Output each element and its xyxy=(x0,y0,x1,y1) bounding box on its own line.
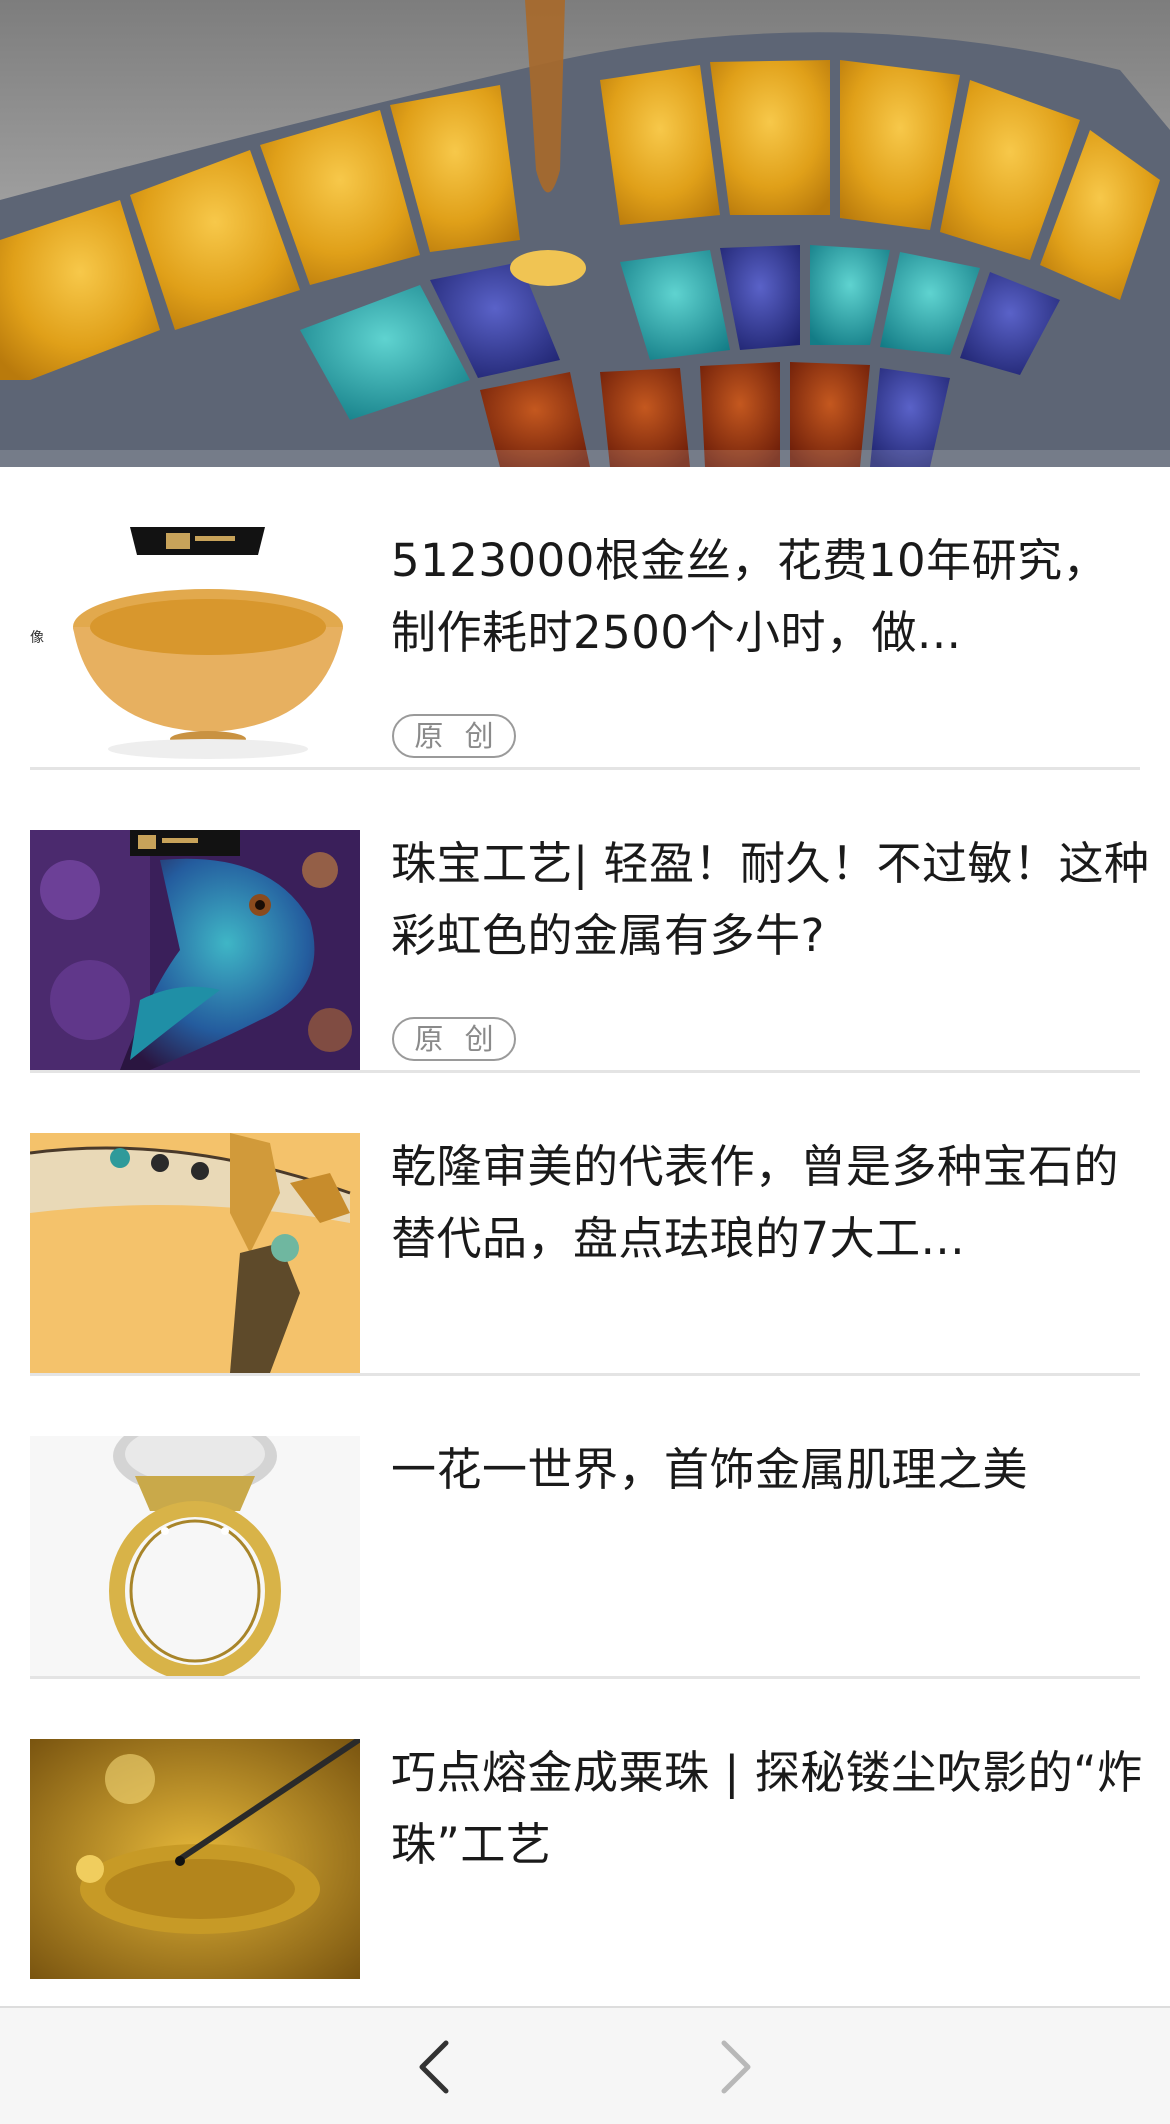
peacock-brooch-image xyxy=(30,830,360,1070)
chevron-right-icon xyxy=(721,2040,751,2094)
bottom-nav-bar xyxy=(0,2006,1170,2124)
gold-wire-bowl-image: 像 xyxy=(30,527,360,767)
dragonfly-enamel-image xyxy=(30,1133,360,1373)
article-item-1[interactable]: 像 5123000根金丝，花费10年研究，制作耗时2500个小时，做... 原 … xyxy=(30,467,1140,770)
article-item-4[interactable]: 一花一世界，首饰金属肌理之美 xyxy=(30,1376,1140,1679)
original-badge: 原 创 xyxy=(392,714,516,758)
ring-thumbnail[interactable] xyxy=(30,1436,360,1676)
forward-button[interactable] xyxy=(706,2034,766,2100)
article-title[interactable]: 巧点熔金成粟珠 | 探秘镂尘吹影的“炸珠”工艺 xyxy=(391,1737,1151,1881)
hero-banner[interactable] xyxy=(0,0,1170,467)
granulation-gold-image xyxy=(30,1739,360,1979)
article-item-5[interactable]: 巧点熔金成粟珠 | 探秘镂尘吹影的“炸珠”工艺 xyxy=(30,1679,1142,1982)
article-list: 像 5123000根金丝，花费10年研究，制作耗时2500个小时，做... 原 … xyxy=(30,467,1149,1982)
gold-bowl-thumbnail[interactable]: 像 xyxy=(30,527,360,767)
diamond-ball-ring-image xyxy=(30,1436,360,1676)
hero-enamel-image xyxy=(0,0,1170,467)
article-item-2[interactable]: 珠宝工艺| 轻盈！耐久！不过敏！这种彩虹色的金属有多牛? 原 创 xyxy=(30,770,1149,1073)
article-item-3[interactable]: 乾隆审美的代表作，曾是多种宝石的替代品，盘点珐琅的7大工... xyxy=(30,1073,1140,1376)
granulation-thumbnail[interactable] xyxy=(30,1739,360,1979)
chevron-left-icon xyxy=(419,2040,449,2094)
back-button[interactable] xyxy=(404,2034,464,2100)
dragonfly-thumbnail[interactable] xyxy=(30,1133,360,1373)
peacock-thumbnail[interactable] xyxy=(30,830,360,1070)
article-title[interactable]: 珠宝工艺| 轻盈！耐久！不过敏！这种彩虹色的金属有多牛? xyxy=(391,828,1151,972)
original-badge: 原 创 xyxy=(392,1017,516,1061)
article-title[interactable]: 5123000根金丝，花费10年研究，制作耗时2500个小时，做... xyxy=(391,525,1151,669)
svg-text:像: 像 xyxy=(30,630,44,646)
article-title[interactable]: 一花一世界，首饰金属肌理之美 xyxy=(391,1434,1151,1506)
article-title[interactable]: 乾隆审美的代表作，曾是多种宝石的替代品，盘点珐琅的7大工... xyxy=(391,1131,1151,1275)
